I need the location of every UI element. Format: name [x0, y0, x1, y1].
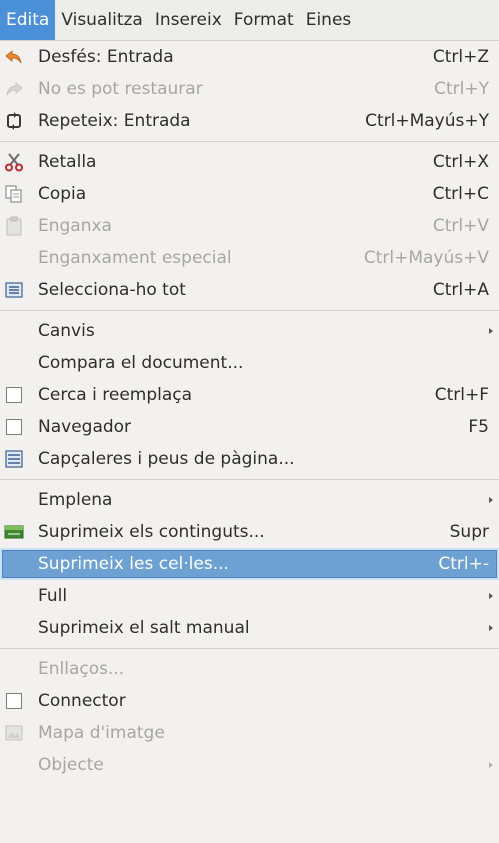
menu-item-label: Full — [38, 586, 68, 606]
select-all-icon — [4, 280, 24, 300]
menubar-edit[interactable]: Edita — [0, 0, 56, 40]
menu-item-label: Objecte — [38, 755, 104, 775]
menu-item-navigator[interactable]: Navegador F5 — [0, 411, 499, 443]
menu-item-label: Capçaleres i peus de pàgina... — [38, 449, 295, 469]
scissors-icon — [4, 152, 24, 172]
menu-item-shortcut: Ctrl+A — [432, 280, 489, 300]
menu-item-select-all[interactable]: Selecciona-ho tot Ctrl+A — [0, 274, 499, 306]
menu-item-headers-footers[interactable]: Capçaleres i peus de pàgina... — [0, 443, 499, 475]
menu-item-label: Suprimeix els continguts... — [38, 522, 265, 542]
menu-item-compare[interactable]: Compara el document... — [0, 347, 499, 379]
menubar-tools-label: Eines — [305, 10, 352, 30]
submenu-arrow-icon — [489, 328, 493, 334]
menu-separator — [0, 306, 499, 315]
menu-item-label: Enganxa — [38, 216, 112, 236]
checkbox-icon — [4, 691, 24, 711]
copy-icon — [4, 184, 24, 204]
menu-item-shortcut: Ctrl+V — [432, 216, 489, 236]
menu-item-label: Suprimeix el salt manual — [38, 618, 250, 638]
menu-item-shortcut: Ctrl+Mayús+Y — [365, 111, 489, 131]
menubar-insert-label: Insereix — [154, 10, 222, 30]
submenu-arrow-icon — [489, 762, 493, 768]
menu-item-copy[interactable]: Copia Ctrl+C — [0, 178, 499, 210]
menu-item-connector[interactable]: Connector — [0, 685, 499, 717]
menu-item-label: Mapa d'imatge — [38, 723, 165, 743]
menu-item-label: Canvis — [38, 321, 95, 341]
menu-item-label: No es pot restaurar — [38, 79, 203, 99]
menu-separator — [0, 644, 499, 653]
menu-item-label: Enllaços... — [38, 659, 125, 679]
clipboard-icon — [4, 216, 24, 236]
menubar-format[interactable]: Format — [228, 0, 300, 40]
menu-separator — [0, 137, 499, 146]
checkbox-icon — [4, 417, 24, 437]
menu-item-repeat[interactable]: Repeteix: Entrada Ctrl+Mayús+Y — [0, 105, 499, 137]
repeat-icon — [4, 111, 24, 131]
undo-icon — [4, 47, 24, 67]
menu-item-label: Retalla — [38, 152, 97, 172]
menu-item-image-map[interactable]: Mapa d'imatge — [0, 717, 499, 749]
menu-item-redo[interactable]: No es pot restaurar Ctrl+Y — [0, 73, 499, 105]
menubar-insert[interactable]: Insereix — [149, 0, 228, 40]
menu-item-shortcut: Ctrl+Mayús+V — [363, 248, 489, 268]
menu-item-paste-special[interactable]: Enganxament especial Ctrl+Mayús+V — [0, 242, 499, 274]
checkbox-icon — [4, 385, 24, 405]
submenu-arrow-icon — [489, 625, 493, 631]
menu-item-label: Compara el document... — [38, 353, 244, 373]
menu-item-paste[interactable]: Enganxa Ctrl+V — [0, 210, 499, 242]
menu-item-shortcut: Ctrl+Z — [432, 47, 489, 67]
menu-bar: Edita Visualitza Insereix Format Eines — [0, 0, 499, 41]
redo-icon — [4, 79, 24, 99]
menu-item-delete-contents[interactable]: Suprimeix els continguts... Supr — [0, 516, 499, 548]
menu-item-shortcut: Ctrl+X — [432, 152, 489, 172]
menu-item-label: Connector — [38, 691, 126, 711]
menu-item-label: Suprimeix les cel·les... — [38, 554, 229, 574]
menu-item-links[interactable]: Enllaços... — [0, 653, 499, 685]
menu-item-label: Repeteix: Entrada — [38, 111, 191, 131]
menu-item-find-replace[interactable]: Cerca i reemplaça Ctrl+F — [0, 379, 499, 411]
menu-item-label: Cerca i reemplaça — [38, 385, 193, 405]
header-footer-icon — [4, 449, 24, 469]
menu-item-shortcut: Ctrl+F — [434, 385, 489, 405]
menu-item-label: Enganxament especial — [38, 248, 232, 268]
menu-item-delete-cells[interactable]: Suprimeix les cel·les... Ctrl+- — [0, 548, 499, 580]
menu-item-shortcut: F5 — [468, 417, 489, 437]
menu-item-fill[interactable]: Emplena — [0, 484, 499, 516]
menu-item-shortcut: Ctrl+- — [438, 554, 489, 574]
menubar-edit-label: Edita — [6, 10, 50, 30]
menubar-view[interactable]: Visualitza — [55, 0, 148, 40]
submenu-arrow-icon — [489, 497, 493, 503]
menu-item-label: Navegador — [38, 417, 132, 437]
menu-item-label: Copia — [38, 184, 87, 204]
menu-item-sheet[interactable]: Full — [0, 580, 499, 612]
menu-item-changes[interactable]: Canvis — [0, 315, 499, 347]
menu-item-label: Emplena — [38, 490, 113, 510]
submenu-arrow-icon — [489, 593, 493, 599]
image-map-icon — [4, 723, 24, 743]
menu-item-label: Selecciona-ho tot — [38, 280, 186, 300]
menu-separator — [0, 475, 499, 484]
menu-item-shortcut: Ctrl+Y — [434, 79, 489, 99]
menu-item-object[interactable]: Objecte — [0, 749, 499, 781]
menu-item-shortcut: Ctrl+C — [432, 184, 489, 204]
menubar-tools[interactable]: Eines — [300, 0, 358, 40]
menu-item-label: Desfés: Entrada — [38, 47, 174, 67]
menubar-view-label: Visualitza — [61, 10, 143, 30]
edit-menu: Desfés: Entrada Ctrl+Z No es pot restaur… — [0, 41, 499, 781]
menubar-format-label: Format — [233, 10, 294, 30]
menu-item-delete-manual-break[interactable]: Suprimeix el salt manual — [0, 612, 499, 644]
menu-item-cut[interactable]: Retalla Ctrl+X — [0, 146, 499, 178]
menu-item-shortcut: Supr — [449, 522, 489, 542]
delete-contents-icon — [4, 522, 24, 542]
menu-item-undo[interactable]: Desfés: Entrada Ctrl+Z — [0, 41, 499, 73]
